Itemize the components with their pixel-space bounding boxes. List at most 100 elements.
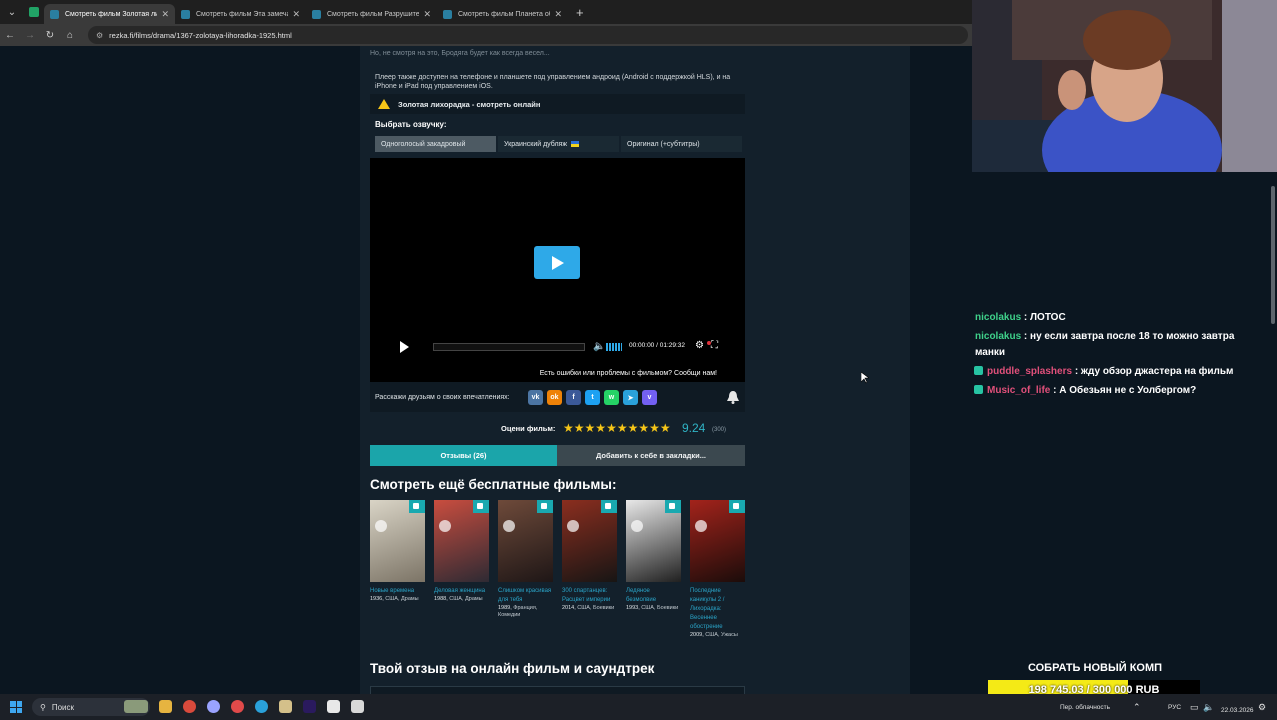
report-problem-link[interactable]: Есть ошибки или проблемы с фильмом? Сооб… — [540, 370, 717, 377]
video-player[interactable]: 🔈 00:00:00 / 01:29:32 ⚙ ⛶ Есть ошибки ил… — [370, 158, 745, 382]
browser-tab[interactable]: Смотреть фильм Разрушитель ✕ — [306, 4, 437, 24]
site-favicon-icon — [443, 9, 452, 19]
scrollbar-thumb[interactable] — [1271, 186, 1275, 324]
chat-username[interactable]: nicolakus — [975, 312, 1021, 323]
movie-poster[interactable] — [626, 500, 681, 582]
rating-star-icon[interactable]: ★ — [563, 421, 574, 435]
notifications-icon[interactable]: ⚙ — [1258, 694, 1266, 720]
video-camera-icon — [601, 500, 617, 513]
sheets-app-icon[interactable] — [24, 0, 44, 24]
movie-year: 1988, — [434, 596, 448, 602]
movie-poster[interactable] — [370, 500, 425, 582]
movie-card[interactable]: Новые времена 1936, США, Драмы — [370, 500, 425, 603]
rating-star-icon[interactable]: ★ — [574, 421, 585, 435]
play-button-large[interactable] — [534, 246, 580, 279]
chat-username[interactable]: nicolakus — [975, 331, 1021, 342]
chat-username[interactable]: puddle_splashers — [987, 366, 1072, 377]
movie-title[interactable]: Ледяное безмолвие — [626, 587, 681, 605]
site-info-icon[interactable]: ⚙ — [96, 31, 103, 40]
movie-title[interactable]: 300 спартанцев: Расцвет империи — [562, 587, 617, 605]
chevron-up-icon[interactable]: ⌃ — [1133, 694, 1141, 720]
forward-icon[interactable]: → — [20, 30, 40, 41]
obs-icon[interactable] — [327, 700, 340, 713]
progress-bar[interactable] — [433, 343, 585, 351]
add-bookmark-button[interactable]: Добавить к себе в закладки... — [557, 445, 745, 466]
tab-search-chevron-icon[interactable]: ⌄ — [0, 0, 24, 24]
fullscreen-icon[interactable]: ⛶ — [711, 340, 718, 351]
reload-icon[interactable]: ↻ — [40, 30, 60, 41]
chat-username[interactable]: Music_of_life — [987, 385, 1050, 396]
rating-star-icon[interactable]: ★ — [660, 421, 671, 435]
goal-title: СОБРАТЬ НОВЫЙ КОМП — [1027, 662, 1163, 674]
rating-star-icon[interactable]: ★ — [617, 421, 628, 435]
browser-tab[interactable]: Смотреть фильм Планета обезьян ✕ — [437, 4, 568, 24]
close-icon[interactable]: ✕ — [554, 9, 562, 20]
close-icon[interactable]: ✕ — [161, 9, 169, 20]
network-icon[interactable]: ▭ — [1190, 694, 1199, 720]
twitter-icon[interactable]: t — [585, 390, 600, 405]
movie-poster[interactable] — [562, 500, 617, 582]
movie-title[interactable]: Новые времена — [370, 587, 425, 596]
movie-poster[interactable] — [498, 500, 553, 582]
browser-tab[interactable]: Смотреть фильм Эта замечательная ✕ — [175, 4, 306, 24]
movie-card[interactable]: Деловая женщина 1988, США, Драмы — [434, 500, 489, 603]
telegram-icon[interactable] — [255, 700, 268, 713]
rating-star-icon[interactable]: ★ — [638, 421, 649, 435]
volume-icon[interactable]: 🔈 — [1203, 694, 1214, 720]
movie-title[interactable]: Деловая женщина — [434, 587, 489, 596]
close-icon[interactable]: ✕ — [292, 9, 300, 20]
url-input[interactable]: ⚙ rezka.fi/films/drama/1367-zolotaya-lih… — [88, 26, 968, 44]
viber-icon[interactable]: v — [642, 390, 657, 405]
movie-title[interactable]: Слишком красивая для тебя — [498, 587, 553, 605]
new-tab-button[interactable]: + — [576, 5, 584, 20]
close-icon[interactable]: ✕ — [423, 9, 431, 20]
widget-icon[interactable] — [124, 700, 148, 713]
vk-icon[interactable]: vk — [528, 390, 543, 405]
volume-icon[interactable]: 🔈 — [593, 341, 605, 352]
back-icon[interactable]: ← — [0, 30, 20, 41]
rating-star-icon[interactable]: ★ — [595, 421, 606, 435]
discord-icon[interactable] — [207, 700, 220, 713]
video-camera-icon — [665, 500, 681, 513]
file-explorer-icon[interactable] — [159, 700, 172, 713]
rating-star-icon[interactable]: ★ — [585, 421, 596, 435]
movie-poster[interactable] — [434, 500, 489, 582]
voice-option-single[interactable]: Одноголосый закадровый — [375, 136, 496, 152]
browser-icon[interactable] — [183, 700, 196, 713]
whatsapp-icon[interactable]: w — [604, 390, 619, 405]
weather-text[interactable]: Пер. облачность — [1060, 694, 1110, 720]
app-icon[interactable] — [231, 700, 244, 713]
movie-card[interactable]: Ледяное безмолвие 1993, США, Боевики — [626, 500, 681, 612]
voice-option-label: Одноголосый закадровый — [381, 140, 466, 148]
premiere-icon[interactable] — [303, 700, 316, 713]
voice-option-original[interactable]: Оригинал (+субтитры) — [621, 136, 742, 152]
browser-tab[interactable]: Смотреть фильм Золотая лихорадка ✕ — [44, 4, 175, 24]
movie-card[interactable]: Слишком красивая для тебя 1989, Франция, … — [498, 500, 553, 619]
rating-stars[interactable]: ★★★★★★★★★★ — [563, 421, 671, 435]
odnoklassniki-icon[interactable]: ok — [547, 390, 562, 405]
rating-star-icon[interactable]: ★ — [606, 421, 617, 435]
home-icon[interactable]: ⌂ — [60, 30, 80, 41]
voice-option-ukrainian[interactable]: Украинский дубляж — [498, 136, 619, 152]
volume-slider[interactable] — [606, 343, 622, 351]
rating-value: 9.24 — [682, 421, 706, 435]
app-icon[interactable] — [351, 700, 364, 713]
movie-card[interactable]: Последние каникулы 2 / Лихорадка: Весенн… — [690, 500, 745, 639]
clock-date[interactable]: 22.03.2026 — [1221, 700, 1254, 720]
movie-title[interactable]: Последние каникулы 2 / Лихорадка: Весенн… — [690, 587, 745, 632]
movie-info: США, Боевики — [641, 605, 679, 611]
rating-star-icon[interactable]: ★ — [628, 421, 639, 435]
movie-card[interactable]: 300 спартанцев: Расцвет империи 2014, США… — [562, 500, 617, 612]
play-icon[interactable] — [400, 341, 409, 353]
facebook-icon[interactable]: f — [566, 390, 581, 405]
language-indicator[interactable]: РУС — [1168, 694, 1181, 720]
page-scrollbar[interactable] — [1269, 172, 1277, 694]
app-icon[interactable] — [279, 700, 292, 713]
bell-icon[interactable] — [725, 389, 741, 405]
settings-gear-icon[interactable]: ⚙ — [695, 340, 704, 351]
movie-poster[interactable] — [690, 500, 745, 582]
windows-start-icon[interactable] — [10, 701, 22, 713]
telegram-icon[interactable]: ➤ — [623, 390, 638, 405]
reviews-button[interactable]: Отзывы (26) — [370, 445, 557, 466]
rating-star-icon[interactable]: ★ — [649, 421, 660, 435]
